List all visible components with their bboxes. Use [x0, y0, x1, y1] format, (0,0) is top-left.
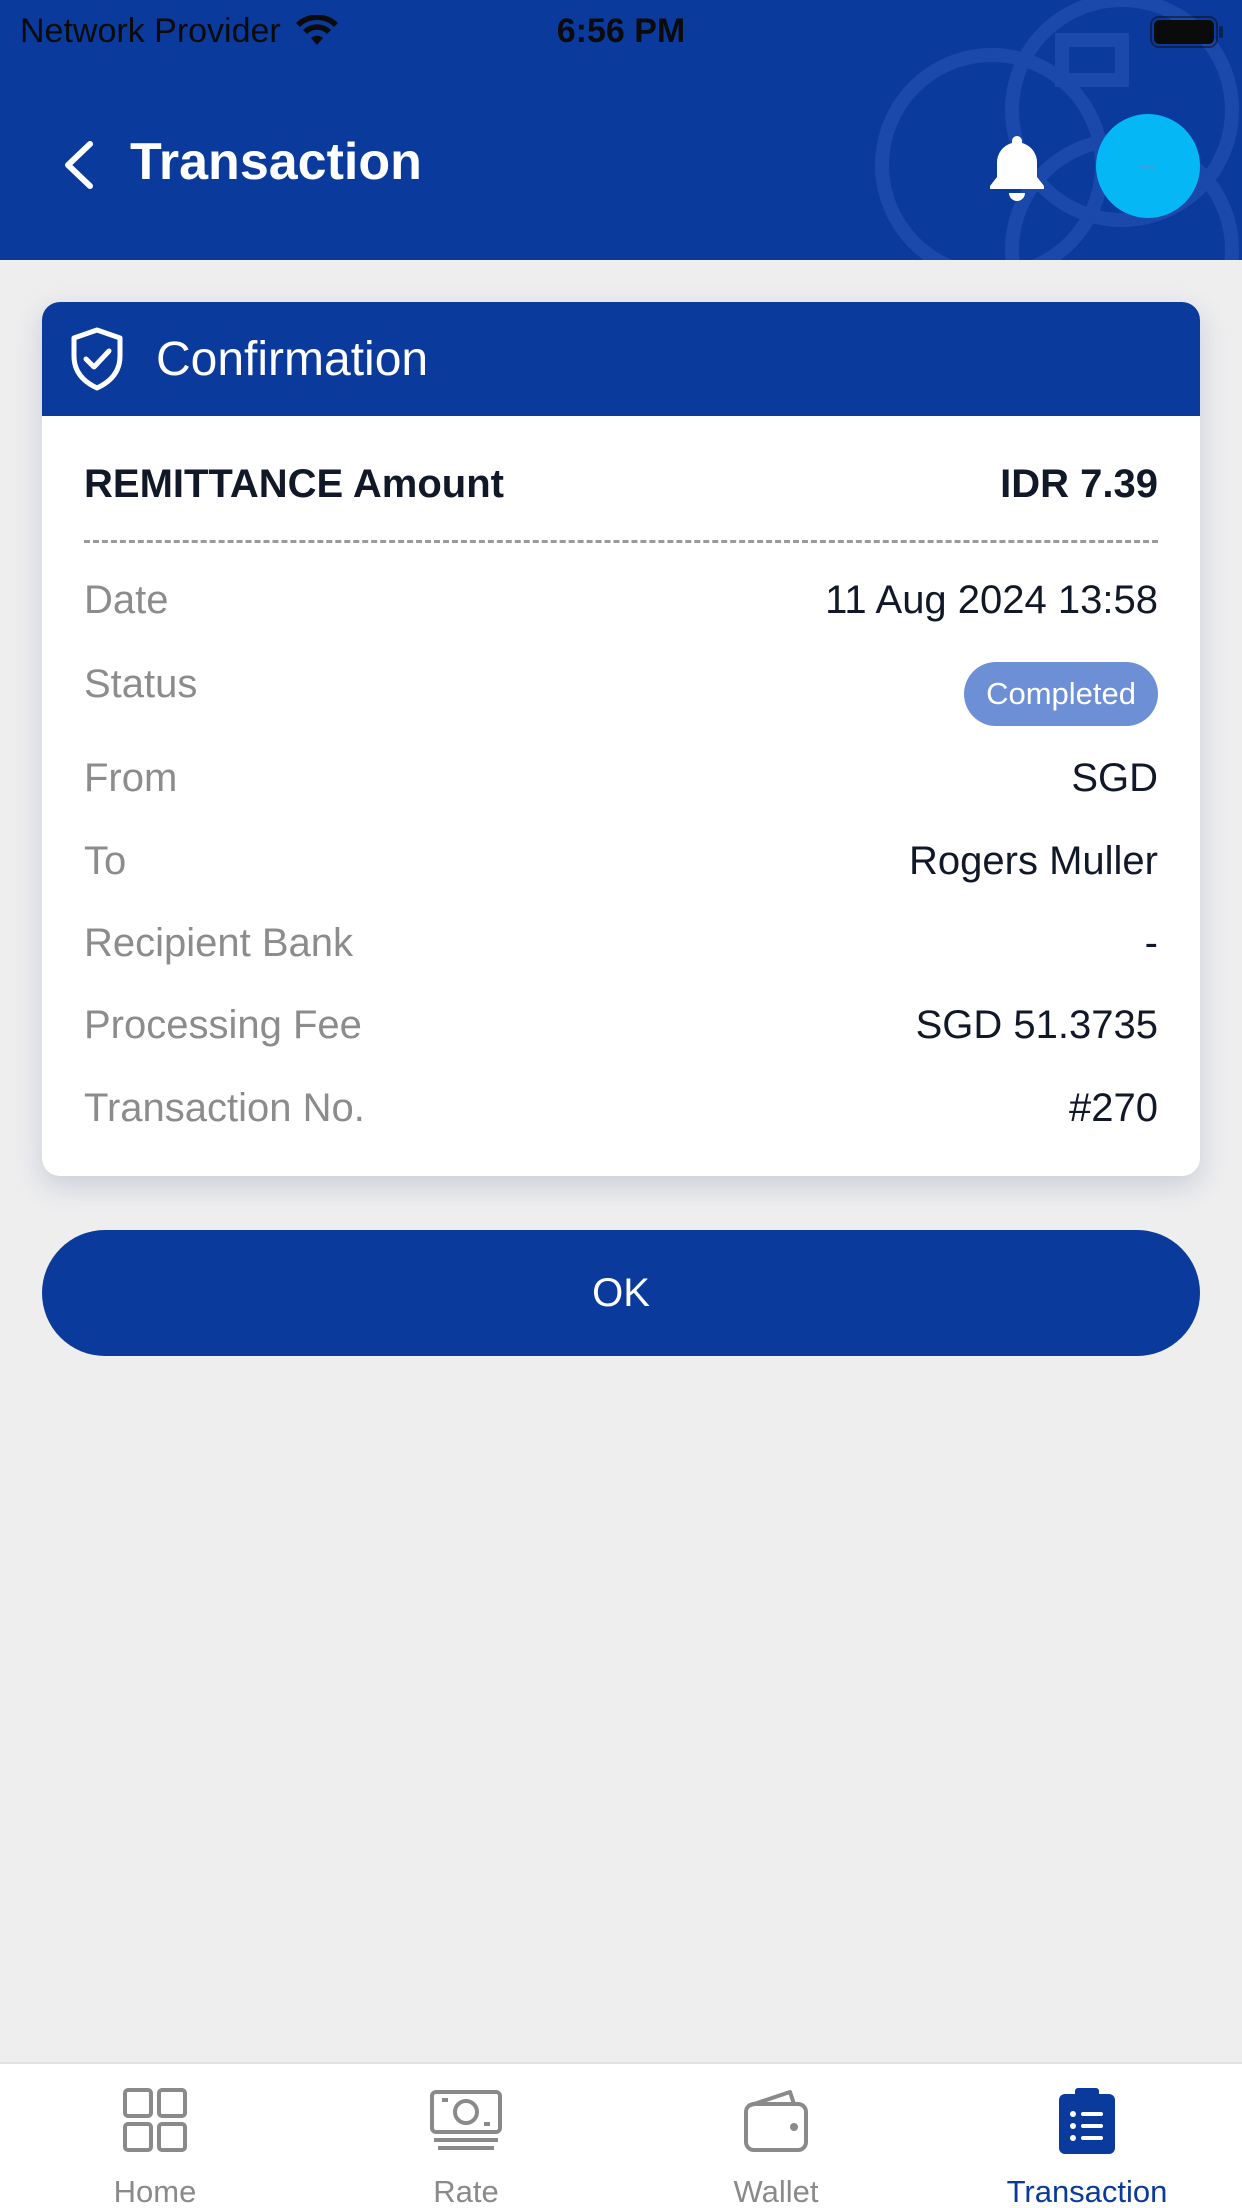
clipboard-list-icon [1059, 2088, 1115, 2154]
tab-wallet[interactable]: Wallet [621, 2064, 931, 2208]
nav-row: Transaction [0, 114, 1242, 218]
detail-value: Rogers Muller [909, 839, 1158, 883]
detail-label: Transaction No. [84, 1086, 365, 1130]
ok-button[interactable]: OK [42, 1230, 1200, 1356]
battery-icon [1150, 16, 1223, 48]
detail-row-processing-fee: Processing Fee SGD 51.3735 [84, 1003, 1158, 1048]
shield-check-icon [71, 327, 123, 391]
detail-label: From [84, 756, 178, 800]
detail-row-date: Date 11 Aug 2024 13:58 [84, 578, 1158, 623]
app-header: Network Provider 6:56 PM Transaction [0, 0, 1242, 260]
dashed-divider [84, 540, 1158, 543]
confirmation-card: Confirmation REMITTANCE Amount IDR 7.39 … [42, 302, 1200, 1176]
detail-value: 11 Aug 2024 13:58 [825, 578, 1158, 622]
detail-value: - [1144, 921, 1158, 965]
detail-row-transaction-no: Transaction No. #270 [84, 1086, 1158, 1131]
avatar[interactable] [1096, 114, 1200, 218]
grid-icon [123, 2088, 187, 2152]
status-time: 6:56 PM [556, 12, 686, 50]
tab-transaction[interactable]: Transaction [932, 2064, 1242, 2208]
detail-row-to: To Rogers Muller [84, 839, 1158, 884]
detail-label: Recipient Bank [84, 921, 354, 965]
tab-rate[interactable]: Rate [311, 2064, 621, 2208]
detail-row-from: From SGD [84, 756, 1158, 801]
bell-icon[interactable] [984, 132, 1050, 202]
status-bar: Network Provider 6:56 PM [0, 0, 1242, 64]
status-badge: Completed [964, 662, 1158, 726]
detail-label: Date [84, 578, 169, 622]
card-title: Confirmation [156, 332, 429, 386]
tab-bar: Home Rate Wallet Transaction [0, 2062, 1242, 2208]
tab-label: Rate [433, 2174, 499, 2208]
detail-value: SGD [1071, 756, 1158, 800]
tab-home[interactable]: Home [0, 2064, 310, 2208]
page-title: Transaction [130, 133, 422, 191]
detail-value: #270 [1069, 1086, 1158, 1130]
chevron-left-icon[interactable] [58, 138, 102, 192]
banknote-icon [430, 2090, 502, 2150]
amount-row: REMITTANCE Amount IDR 7.39 [84, 462, 1158, 507]
detail-label: Status [84, 662, 198, 706]
detail-row-recipient-bank: Recipient Bank - [84, 921, 1158, 966]
card-header: Confirmation [42, 302, 1200, 416]
amount-value: IDR 7.39 [1000, 462, 1158, 506]
detail-label: To [84, 839, 127, 883]
detail-row-status: Status Completed [84, 662, 1158, 726]
avatar-placeholder [1140, 164, 1156, 168]
tab-label: Home [113, 2174, 197, 2208]
tab-label: Wallet [733, 2174, 819, 2208]
detail-value: SGD 51.3735 [915, 1003, 1158, 1047]
wallet-icon [744, 2090, 808, 2152]
detail-label: Processing Fee [84, 1003, 362, 1047]
tab-label: Transaction [1006, 2174, 1168, 2208]
amount-label: REMITTANCE Amount [84, 462, 504, 506]
